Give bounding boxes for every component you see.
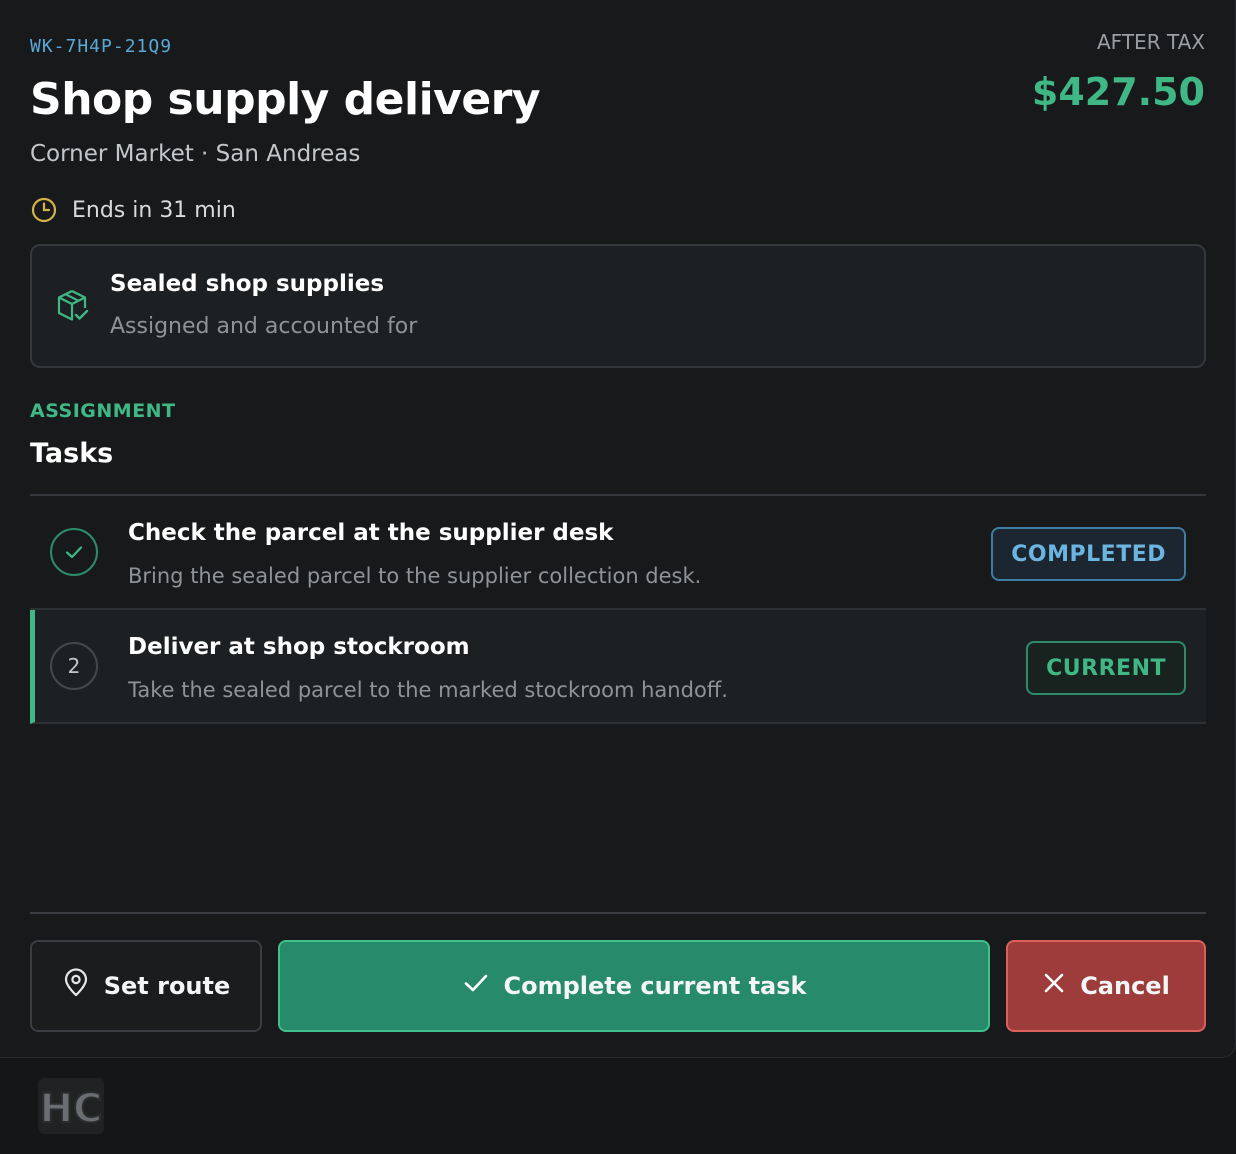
cargo-title: Sealed shop supplies xyxy=(110,271,385,297)
status-badge-completed: COMPLETED xyxy=(991,527,1186,581)
job-title: Shop supply delivery xyxy=(30,74,541,125)
cancel-label: Cancel xyxy=(1080,972,1170,1000)
section-label: ASSIGNMENT xyxy=(30,400,176,422)
timer-text: Ends in 31 min xyxy=(72,197,236,223)
job-timer: Ends in 31 min xyxy=(30,196,236,224)
status-badge-current: CURRENT xyxy=(1026,641,1186,695)
task-step-number: 2 xyxy=(50,642,98,690)
task-row-current[interactable]: 2 Deliver at shop stockroom Take the sea… xyxy=(30,610,1206,724)
task-title: Check the parcel at the supplier desk xyxy=(128,520,614,546)
cargo-card: Sealed shop supplies Assigned and accoun… xyxy=(30,244,1206,368)
task-row-completed[interactable]: Check the parcel at the supplier desk Br… xyxy=(30,496,1206,610)
cargo-status: Assigned and accounted for xyxy=(110,314,418,339)
package-check-icon xyxy=(56,288,90,328)
svg-text:HC: HC xyxy=(40,1086,103,1132)
cancel-button[interactable]: Cancel xyxy=(1006,940,1206,1032)
clock-icon xyxy=(30,196,58,224)
check-circle-icon xyxy=(50,528,98,576)
complete-task-label: Complete current task xyxy=(503,972,807,1000)
job-id: WK-7H4P-21Q9 xyxy=(30,36,173,57)
close-icon xyxy=(1042,971,1066,1001)
job-payout: $427.50 xyxy=(1031,70,1205,114)
task-description: Bring the sealed parcel to the supplier … xyxy=(128,564,702,588)
map-pin-icon xyxy=(62,968,90,1004)
check-icon xyxy=(462,969,490,1003)
complete-task-button[interactable]: Complete current task xyxy=(278,940,990,1032)
job-location: Corner Market · San Andreas xyxy=(30,141,361,167)
footer-divider xyxy=(30,912,1206,914)
task-title: Deliver at shop stockroom xyxy=(128,634,470,660)
logo: HC xyxy=(36,1074,106,1142)
set-route-button[interactable]: Set route xyxy=(30,940,262,1032)
task-list: Check the parcel at the supplier desk Br… xyxy=(30,494,1206,724)
after-tax-label: AFTER TAX xyxy=(1097,30,1205,54)
job-panel: WK-7H4P-21Q9 Shop supply delivery Corner… xyxy=(0,0,1236,1058)
task-description: Take the sealed parcel to the marked sto… xyxy=(128,678,728,702)
section-title: Tasks xyxy=(30,438,114,469)
set-route-label: Set route xyxy=(103,972,231,1000)
